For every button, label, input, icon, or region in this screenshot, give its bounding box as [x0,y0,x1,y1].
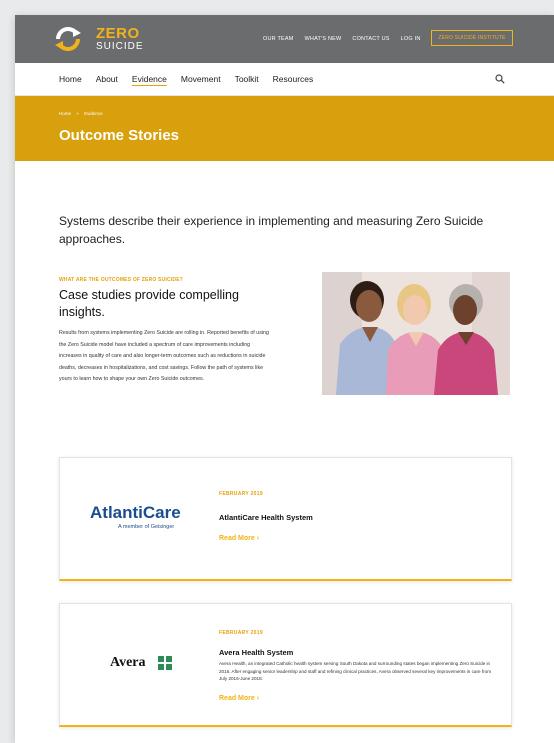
section-body: Results from systems implementing Zero S… [59,330,269,383]
top-bar: ZERO SUICIDE OUR TEAM WHAT'S NEW CONTACT… [15,15,554,63]
link-whats-new[interactable]: WHAT'S NEW [305,36,342,42]
card-date: FEBRUARY 2019 [219,630,263,636]
atlanticare-logo: AtlantiCare A member of Geisinger [90,458,210,579]
page: ZERO SUICIDE OUR TEAM WHAT'S NEW CONTACT… [15,15,554,743]
breadcrumb-evidence[interactable]: Evidence [84,111,103,116]
read-more-link[interactable]: Read More › [219,695,259,702]
intro-text: Systems describe their experience in imp… [59,214,484,246]
logo-word-zero: ZERO [96,25,140,42]
nav-movement[interactable]: Movement [181,74,221,84]
nav-evidence[interactable]: Evidence [132,74,167,84]
main-nav: Home About Evidence Movement Toolkit Res… [15,63,554,96]
search-icon[interactable] [495,74,505,84]
link-log-in[interactable]: LOG IN [401,36,421,42]
section-title: Case studies provide compelling insights… [59,288,239,319]
atlanticare-logo-sub: A member of Geisinger [118,524,175,530]
breadcrumb-separator: » [76,111,79,116]
site-logo[interactable]: ZERO SUICIDE [53,24,153,54]
zero-suicide-institute-button[interactable]: ZERO SUICIDE INSTITUTE [431,30,513,46]
nav-about[interactable]: About [96,74,118,84]
utility-links: OUR TEAM WHAT'S NEW CONTACT US LOG IN [263,32,432,46]
logo-word-suicide: SUICIDE [96,41,144,52]
card-title: Avera Health System [219,648,294,657]
card-title: AtlantiCare Health System [219,513,313,522]
atlanticare-logo-text: AtlantiCare [90,503,181,522]
nav-home[interactable]: Home [59,74,82,84]
link-contact-us[interactable]: CONTACT US [352,36,389,42]
outcome-card-avera[interactable]: Avera FEBRUARY 2019 Avera Health System … [59,603,512,727]
avera-logo: Avera [90,604,210,725]
hero-banner: Home » Evidence Outcome Stories [15,96,554,161]
card-date: FEBRUARY 2019 [219,491,263,497]
nurses-illustration [322,272,510,395]
nurses-photo [322,272,510,395]
read-more-link[interactable]: Read More › [219,535,259,542]
avera-cross-icon [158,656,172,670]
outcome-card-atlanticare[interactable]: AtlantiCare A member of Geisinger FEBRUA… [59,457,512,581]
nav-resources[interactable]: Resources [273,74,314,84]
breadcrumb-home[interactable]: Home [59,111,71,116]
page-title: Outcome Stories [59,127,180,144]
avera-logo-text: Avera [110,655,146,670]
link-our-team[interactable]: OUR TEAM [263,36,294,42]
nav-toolkit[interactable]: Toolkit [235,74,259,84]
breadcrumb: Home » Evidence [59,111,107,116]
logo-circle-arrows-icon [55,27,81,51]
section-eyebrow: WHAT ARE THE OUTCOMES OF ZERO SUICIDE? [59,277,183,283]
card-description: Avera Health, an integrated Catholic hea… [219,661,492,681]
